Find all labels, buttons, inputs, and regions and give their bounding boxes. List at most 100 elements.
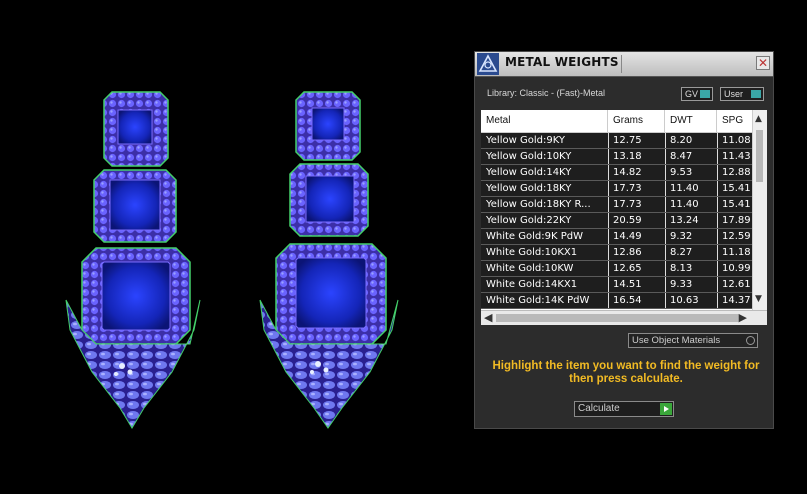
cell-grams: 12.65: [613, 263, 642, 274]
table-row[interactable]: Yellow Gold:10KY 13.18 8.47 11.43: [481, 149, 753, 165]
cell-spg: 12.88: [722, 167, 751, 178]
column-divider: [608, 245, 609, 260]
column-divider: [608, 277, 609, 292]
cell-metal: Yellow Gold:14KY: [486, 167, 572, 178]
table-row[interactable]: Yellow Gold:18KY R... 17.73 11.40 15.41: [481, 197, 753, 213]
column-divider: [665, 293, 666, 308]
cell-dwt: 8.47: [670, 151, 693, 162]
table-header: Metal Grams DWT SPG: [481, 110, 753, 133]
column-divider: [665, 181, 666, 196]
cell-grams: 16.54: [613, 295, 642, 306]
3d-viewport[interactable]: [0, 0, 470, 494]
column-divider: [717, 181, 718, 196]
horizontal-scrollbar[interactable]: ◀ ▶: [481, 310, 767, 325]
table-row[interactable]: Yellow Gold:14KY 14.82 9.53 12.88: [481, 165, 753, 181]
cell-metal: Yellow Gold:22KY: [486, 215, 572, 226]
cell-spg: 12.61: [722, 279, 751, 290]
panel-title: METAL WEIGHTS: [505, 55, 619, 69]
table-row[interactable]: White Gold:14KX1 14.51 9.33 12.61: [481, 277, 753, 293]
column-divider: [665, 165, 666, 180]
column-header-dwt[interactable]: DWT: [665, 110, 717, 132]
column-divider: [665, 245, 666, 260]
cell-dwt: 8.27: [670, 247, 693, 258]
toggle-knob-icon: [700, 90, 710, 98]
calculate-button[interactable]: Calculate: [574, 401, 674, 417]
column-divider: [717, 213, 718, 228]
cell-metal: Yellow Gold:18KY: [486, 183, 572, 194]
use-object-materials-label: Use Object Materials: [632, 335, 721, 346]
column-divider: [665, 277, 666, 292]
vertical-scrollbar[interactable]: ▲ ▼: [752, 110, 767, 310]
right-earring: [259, 91, 399, 429]
column-divider: [608, 229, 609, 244]
column-divider: [717, 277, 718, 292]
title-divider: [621, 55, 622, 73]
cell-metal: White Gold:10KW: [486, 263, 574, 274]
scroll-up-icon[interactable]: ▲: [755, 114, 762, 124]
scroll-left-icon[interactable]: ◀: [484, 311, 492, 325]
calculate-label: Calculate: [578, 403, 620, 414]
table-row[interactable]: Yellow Gold:9KY 12.75 8.20 11.08: [481, 133, 753, 149]
column-header-metal[interactable]: Metal: [481, 110, 608, 132]
cell-spg: 14.37: [722, 295, 751, 306]
cell-dwt: 8.13: [670, 263, 693, 274]
user-toggle[interactable]: User: [720, 87, 764, 101]
cell-dwt: 9.53: [670, 167, 693, 178]
cell-metal: Yellow Gold:18KY R...: [486, 199, 591, 210]
scroll-right-icon[interactable]: ▶: [739, 311, 747, 325]
cell-dwt: 9.32: [670, 231, 693, 242]
column-divider: [608, 149, 609, 164]
column-divider: [717, 133, 718, 148]
metal-weights-panel: METAL WEIGHTS ✕ Library: Classic - (Fast…: [474, 51, 774, 429]
cell-grams: 12.75: [613, 135, 642, 146]
scroll-thumb[interactable]: [756, 130, 763, 182]
toggle-knob-icon: [751, 90, 761, 98]
column-divider: [608, 261, 609, 276]
column-divider: [665, 213, 666, 228]
cell-spg: 10.99: [722, 263, 751, 274]
user-toggle-label: User: [724, 89, 744, 99]
cell-spg: 17.89: [722, 215, 751, 226]
cell-spg: 11.08: [722, 135, 751, 146]
cell-dwt: 11.40: [670, 199, 699, 210]
cell-spg: 11.43: [722, 151, 751, 162]
column-divider: [665, 197, 666, 212]
column-divider: [717, 293, 718, 308]
table-row[interactable]: Yellow Gold:18KY 17.73 11.40 15.41: [481, 181, 753, 197]
column-divider: [665, 133, 666, 148]
column-divider: [665, 261, 666, 276]
table-row[interactable]: White Gold:9K PdW 14.49 9.32 12.59: [481, 229, 753, 245]
cell-grams: 17.73: [613, 183, 642, 194]
column-divider: [717, 245, 718, 260]
table-row[interactable]: White Gold:14K PdW 16.54 10.63 14.37: [481, 293, 753, 309]
panel-titlebar[interactable]: METAL WEIGHTS ✕: [475, 52, 773, 77]
column-divider: [608, 197, 609, 212]
cell-grams: 12.86: [613, 247, 642, 258]
column-divider: [717, 149, 718, 164]
table-row[interactable]: White Gold:10KW 12.65 8.13 10.99: [481, 261, 753, 277]
column-divider: [608, 133, 609, 148]
scroll-thumb[interactable]: [496, 314, 738, 322]
cell-metal: White Gold:9K PdW: [486, 231, 583, 242]
column-divider: [665, 149, 666, 164]
scroll-down-icon[interactable]: ▼: [755, 294, 762, 304]
cell-spg: 11.18: [722, 247, 751, 258]
earrings-render: [65, 91, 399, 429]
gv-toggle[interactable]: GV: [681, 87, 713, 101]
close-icon[interactable]: ✕: [756, 56, 770, 70]
left-earring: [65, 91, 201, 429]
column-divider: [717, 261, 718, 276]
cell-metal: Yellow Gold:10KY: [486, 151, 572, 162]
cell-spg: 15.41: [722, 199, 751, 210]
metal-table: Metal Grams DWT SPG Yellow Gold:9KY 12.75…: [481, 110, 767, 310]
column-header-spg[interactable]: SPG: [717, 110, 757, 132]
cell-grams: 17.73: [613, 199, 642, 210]
cell-metal: White Gold:14K PdW: [486, 295, 590, 306]
column-header-grams[interactable]: Grams: [608, 110, 665, 132]
column-divider: [717, 165, 718, 180]
use-object-materials-toggle[interactable]: Use Object Materials: [628, 333, 758, 348]
table-row[interactable]: White Gold:10KX1 12.86 8.27 11.18: [481, 245, 753, 261]
table-row[interactable]: Yellow Gold:22KY 20.59 13.24 17.89: [481, 213, 753, 229]
cell-grams: 20.59: [613, 215, 642, 226]
radio-circle-icon[interactable]: [746, 336, 755, 345]
